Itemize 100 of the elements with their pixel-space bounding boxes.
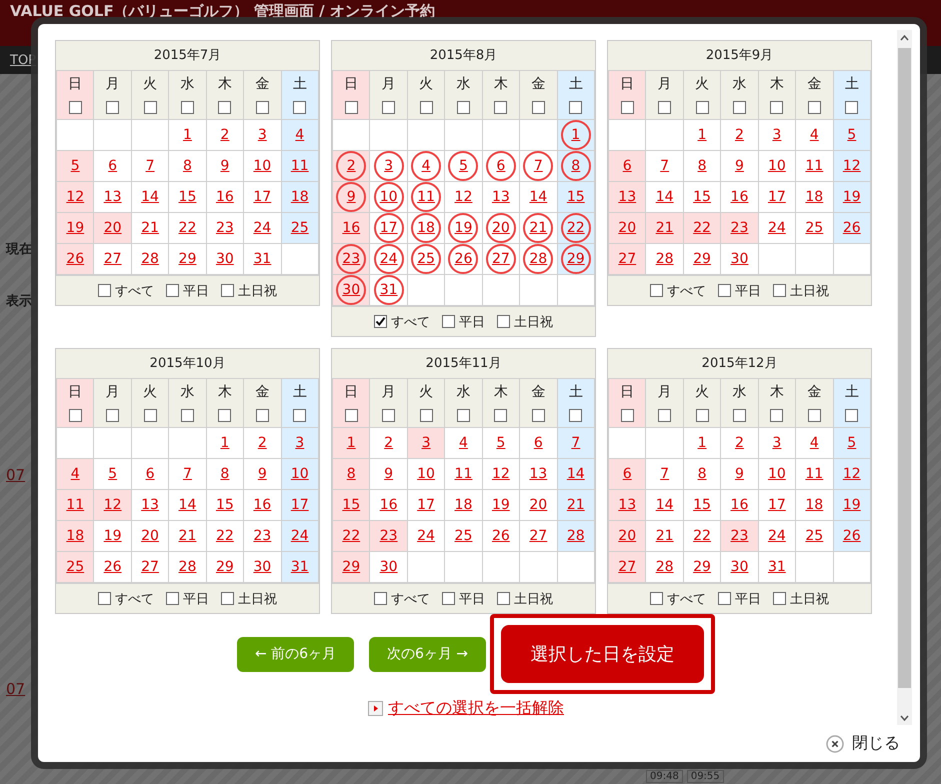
checkbox[interactable] (845, 100, 858, 114)
date-link[interactable]: 22 (172, 213, 202, 243)
checkbox[interactable] (732, 100, 746, 114)
date-link[interactable]: 2 (374, 428, 404, 458)
date-link[interactable]: 12 (486, 459, 516, 489)
date-link[interactable]: 8 (172, 151, 202, 181)
checkbox[interactable] (770, 408, 784, 422)
date-link[interactable]: 9 (724, 151, 754, 181)
date-link[interactable]: 19 (836, 490, 867, 520)
date-link[interactable]: 1 (210, 428, 240, 458)
checkbox[interactable] (494, 100, 508, 114)
date-link[interactable]: 27 (523, 521, 554, 551)
date-link[interactable]: 15 (687, 490, 718, 520)
date-link[interactable]: 13 (486, 182, 516, 212)
date-link[interactable]: 17 (247, 182, 278, 212)
date-link[interactable]: 28 (560, 521, 591, 551)
date-link[interactable]: 21 (560, 490, 591, 520)
date-link[interactable]: 23 (247, 521, 278, 551)
date-link[interactable]: 3 (762, 428, 792, 458)
date-link[interactable]: 16 (336, 213, 366, 243)
date-link[interactable]: 1 (172, 120, 202, 150)
date-link[interactable]: 10 (284, 459, 315, 489)
checkbox[interactable] (218, 100, 232, 114)
date-link[interactable]: 10 (762, 151, 792, 181)
date-link[interactable]: 23 (724, 213, 754, 243)
checkbox[interactable] (420, 408, 433, 422)
date-link[interactable]: 15 (210, 490, 240, 520)
date-link[interactable]: 15 (560, 182, 591, 212)
checkbox[interactable] (808, 100, 821, 114)
date-link[interactable]: 5 (486, 428, 516, 458)
checkbox[interactable] (68, 408, 82, 422)
date-link[interactable]: 23 (724, 521, 754, 551)
checkbox[interactable] (218, 408, 232, 422)
date-link[interactable]: 16 (210, 182, 240, 212)
checkbox[interactable] (382, 408, 396, 422)
checkbox[interactable] (658, 100, 672, 114)
checkbox[interactable] (344, 100, 358, 114)
date-link[interactable]: 30 (336, 275, 366, 305)
checkbox[interactable] (106, 408, 120, 422)
checkbox[interactable] (144, 100, 157, 114)
date-link[interactable]: 6 (135, 459, 166, 489)
date-link[interactable]: 4 (448, 428, 478, 458)
time-chip[interactable]: 09:48 (646, 770, 683, 783)
checkbox[interactable] (256, 100, 269, 114)
date-link[interactable]: 23 (210, 213, 240, 243)
checkbox[interactable] (497, 592, 510, 605)
date-link[interactable]: 10 (411, 459, 442, 489)
date-link[interactable]: 20 (135, 521, 166, 551)
checkbox[interactable] (770, 100, 784, 114)
date-link[interactable]: 27 (612, 244, 642, 274)
date-link[interactable]: 12 (98, 490, 128, 520)
date-link[interactable]: 18 (799, 490, 830, 520)
date-link[interactable]: 8 (687, 151, 718, 181)
date-link[interactable]: 24 (411, 521, 442, 551)
date-link[interactable]: 9 (247, 459, 278, 489)
date-link[interactable]: 25 (284, 213, 315, 243)
checkbox[interactable] (494, 408, 508, 422)
date-link[interactable]: 11 (448, 459, 478, 489)
date-link[interactable]: 22 (336, 521, 366, 551)
date-link[interactable]: 13 (523, 459, 554, 489)
date-link[interactable]: 19 (486, 490, 516, 520)
date-link[interactable]: 22 (687, 521, 718, 551)
checkbox[interactable] (68, 100, 82, 114)
checkbox[interactable] (718, 592, 731, 605)
checkbox[interactable] (532, 100, 545, 114)
date-link[interactable]: 30 (724, 552, 754, 582)
date-link[interactable]: 5 (60, 151, 90, 181)
date-link[interactable]: 12 (836, 459, 867, 489)
date-link[interactable]: 30 (247, 552, 278, 582)
clear-selection-link[interactable]: すべての選択を一括解除 (388, 698, 564, 719)
date-link[interactable]: 27 (98, 244, 128, 274)
date-link[interactable]: 8 (336, 459, 366, 489)
date-link[interactable]: 19 (836, 182, 867, 212)
date-link[interactable]: 11 (799, 151, 830, 181)
date-link[interactable]: 2 (247, 428, 278, 458)
checkbox[interactable] (374, 592, 387, 605)
date-link[interactable]: 20 (612, 521, 642, 551)
date-link[interactable]: 16 (374, 490, 404, 520)
date-link[interactable]: 24 (762, 521, 792, 551)
date-link[interactable]: 5 (836, 120, 867, 150)
checkbox[interactable] (456, 100, 470, 114)
date-link[interactable]: 18 (284, 182, 315, 212)
checkbox[interactable] (180, 100, 194, 114)
checkbox[interactable] (696, 100, 709, 114)
date-link[interactable]: 13 (612, 490, 642, 520)
date-link[interactable]: 7 (650, 459, 680, 489)
checkbox[interactable] (696, 408, 709, 422)
date-link[interactable]: 11 (284, 151, 315, 181)
date-link[interactable]: 16 (724, 490, 754, 520)
date-link[interactable]: 14 (560, 459, 591, 489)
date-link[interactable]: 6 (612, 151, 642, 181)
checkbox[interactable] (344, 408, 358, 422)
date-link[interactable]: 4 (60, 459, 90, 489)
date-link[interactable]: 16 (724, 182, 754, 212)
date-link[interactable]: 21 (650, 521, 680, 551)
date-link[interactable]: 31 (762, 552, 792, 582)
date-link[interactable]: 15 (687, 182, 718, 212)
checkbox[interactable] (98, 592, 111, 605)
checkbox[interactable] (221, 592, 234, 605)
time-chip[interactable]: 09:55 (686, 770, 724, 783)
